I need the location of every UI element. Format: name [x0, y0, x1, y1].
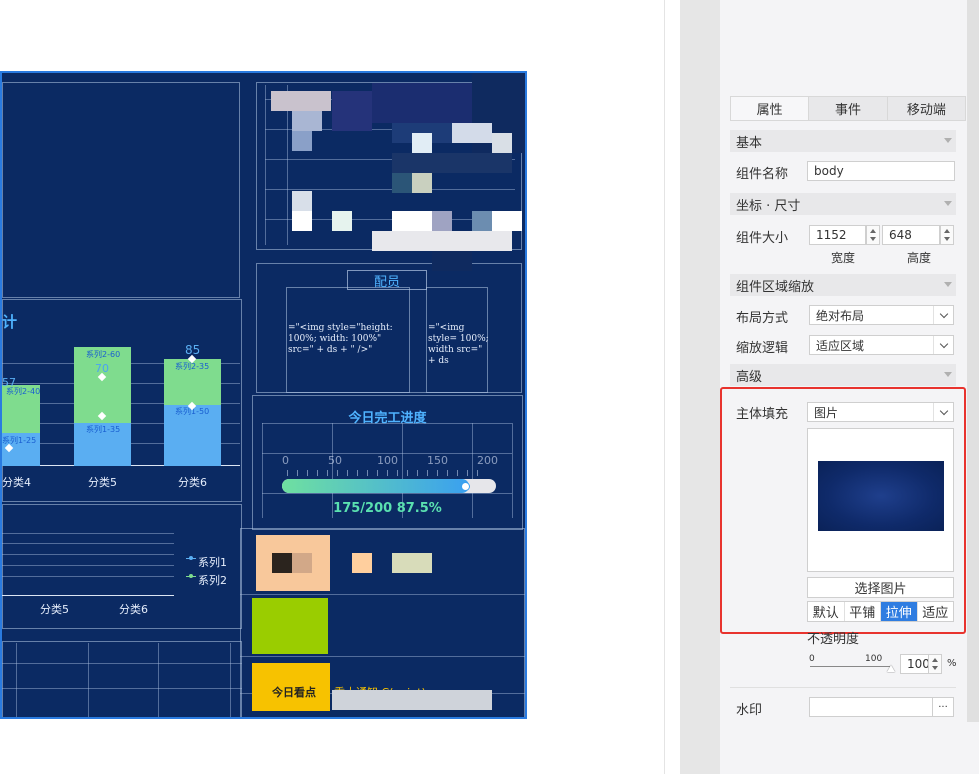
- pane-top-left: [2, 82, 240, 298]
- stepper-down-icon: [932, 666, 938, 670]
- fill-mode-tile[interactable]: 平铺: [845, 602, 881, 621]
- opacity-input[interactable]: 100: [900, 654, 930, 674]
- component-name-label: 组件名称: [736, 167, 789, 182]
- progress-tick: 200: [477, 454, 498, 467]
- image-preview-box[interactable]: [807, 428, 954, 572]
- layout-label: 布局方式: [736, 311, 789, 326]
- progress-tick: 100: [377, 454, 398, 467]
- fill-label: 主体填充: [736, 407, 789, 422]
- legend-series1: 系列1: [198, 556, 227, 569]
- fill-mode-stretch[interactable]: 拉伸: [881, 602, 918, 621]
- stepper-down-icon: [944, 237, 950, 241]
- chart-title: 计: [2, 313, 18, 331]
- progress-tick: 0: [282, 454, 289, 467]
- category-label: 分类5: [88, 476, 117, 489]
- fill-mode-default[interactable]: 默认: [808, 602, 845, 621]
- canvas-divider: [664, 0, 665, 774]
- bar-label: 系列1-35: [86, 425, 121, 434]
- height-input[interactable]: 648: [882, 225, 940, 245]
- chevron-down-icon: [933, 403, 953, 421]
- height-stepper[interactable]: [940, 225, 954, 245]
- tab-events[interactable]: 事件: [809, 97, 888, 120]
- progress-knob: [461, 482, 470, 491]
- chevron-down-icon: [933, 336, 953, 354]
- section-coords[interactable]: 坐标 · 尺寸: [730, 193, 956, 215]
- opacity-slider-handle[interactable]: [887, 665, 895, 672]
- opacity-label: 不透明度: [807, 632, 860, 647]
- bar-label: 系列2-60: [86, 350, 121, 359]
- fill-mode-fit[interactable]: 适应: [918, 602, 954, 621]
- stepper-down-icon: [870, 237, 876, 241]
- collapse-caret-icon: [944, 282, 952, 287]
- section-basic-label: 基本: [736, 135, 763, 151]
- fill-value: 图片: [814, 405, 839, 420]
- width-caption: 宽度: [831, 251, 856, 265]
- section-basic[interactable]: 基本: [730, 130, 956, 152]
- zoom-logic-value: 适应区域: [816, 338, 865, 353]
- stepper-up-icon: [944, 229, 950, 233]
- fill-mode-segmented: 默认 平铺 拉伸 适应: [807, 601, 954, 622]
- watermark-input[interactable]: [809, 697, 933, 717]
- panel-gutter: [680, 0, 720, 774]
- legend-series2: 系列2: [198, 574, 227, 587]
- value-label: 57: [2, 376, 16, 389]
- properties-panel: 属性 事件 移动端 基本 组件名称 body 坐标 · 尺寸 组件大小 1152…: [720, 0, 979, 774]
- tab-properties[interactable]: 属性: [731, 97, 810, 120]
- dashboard-preview[interactable]: 计 系列2-40 系列1-25 57 系列2-60 系列1-35 70 系列2-…: [0, 71, 527, 719]
- component-name-input[interactable]: body: [807, 161, 955, 181]
- section-advanced-label: 高级: [736, 369, 763, 385]
- stepper-up-icon: [932, 658, 938, 662]
- progress-tick: 150: [427, 454, 448, 467]
- progress-tick: 50: [328, 454, 342, 467]
- crew-code-2: ="<img style= 100%; width src=" + ds: [428, 323, 489, 366]
- section-zoom[interactable]: 组件区域缩放: [730, 274, 956, 296]
- collapse-caret-icon: [944, 201, 952, 206]
- panel-tabs: 属性 事件 移动端: [730, 96, 966, 121]
- watermark-more-button[interactable]: ···: [932, 697, 954, 717]
- opacity-unit: %: [947, 658, 957, 669]
- size-label: 组件大小: [736, 231, 789, 246]
- section-advanced[interactable]: 高级: [730, 364, 956, 386]
- background-image-thumbnail: [818, 461, 944, 531]
- category-label: 分类5: [40, 603, 69, 616]
- progress-fill: [282, 479, 469, 493]
- collapse-caret-icon: [944, 372, 952, 377]
- notice-thumb-2: [252, 598, 328, 654]
- opacity-stepper[interactable]: [928, 654, 942, 674]
- alert-text: 今日看点: [272, 686, 316, 699]
- progress-text: 175/200 87.5%: [333, 501, 442, 516]
- zoom-logic-select[interactable]: 适应区域: [809, 335, 954, 355]
- tab-mobile[interactable]: 移动端: [888, 97, 965, 120]
- panel-scrollbar[interactable]: [967, 0, 979, 722]
- opacity-slider-track[interactable]: [810, 666, 890, 667]
- section-zoom-label: 组件区域缩放: [736, 279, 815, 295]
- height-caption: 高度: [907, 251, 932, 265]
- collapse-caret-icon: [944, 138, 952, 143]
- chevron-down-icon: [933, 306, 953, 324]
- opacity-max-label: 100: [865, 654, 883, 664]
- layout-value: 绝对布局: [816, 308, 865, 323]
- layout-select[interactable]: 绝对布局: [809, 305, 954, 325]
- fill-select[interactable]: 图片: [807, 402, 954, 422]
- section-coords-label: 坐标 · 尺寸: [736, 198, 801, 214]
- width-input[interactable]: 1152: [809, 225, 866, 245]
- watermark-label: 水印: [736, 703, 763, 718]
- category-label: 分类4: [2, 476, 31, 489]
- crew-code-1: ="<img style="height: 100%; width: 100%"…: [288, 323, 393, 355]
- category-label: 分类6: [119, 603, 148, 616]
- width-stepper[interactable]: [866, 225, 880, 245]
- choose-image-button[interactable]: 选择图片: [807, 577, 954, 598]
- zoom-logic-label: 缩放逻辑: [736, 341, 789, 356]
- stepper-up-icon: [870, 229, 876, 233]
- pane-table: [2, 641, 242, 717]
- opacity-min-label: 0: [809, 654, 815, 664]
- category-label: 分类6: [178, 476, 207, 489]
- divider: [730, 687, 956, 688]
